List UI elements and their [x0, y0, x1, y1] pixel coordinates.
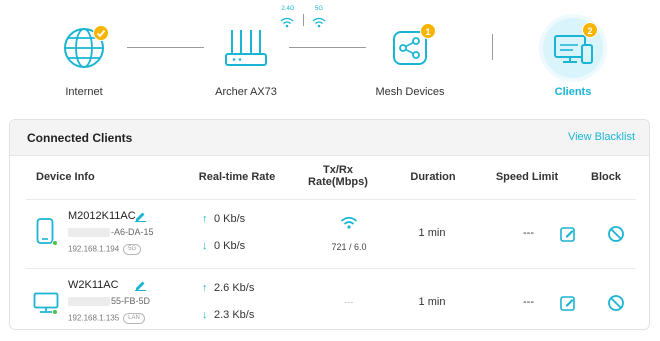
wifi-signal-icon	[340, 216, 358, 229]
column-header-txrx-line1: Tx/Rx	[323, 164, 353, 176]
online-status-dot	[52, 240, 58, 246]
panel-header: Connected Clients View Blacklist	[10, 120, 649, 156]
topology-label-clients: Clients	[554, 86, 592, 98]
network-topology: Internet Archer AX73 2.4G 5G 1 Mesh Devi…	[0, 0, 660, 112]
upload-rate: ↑ 2.6 Kb/s	[202, 282, 255, 294]
panel-title: Connected Clients	[27, 131, 133, 145]
client-ip: 192.168.1.135 LAN	[68, 313, 145, 324]
download-arrow-icon: ↓	[202, 309, 208, 321]
column-header-duration: Duration	[410, 171, 456, 183]
download-rate: ↓ 2.3 Kb/s	[202, 309, 255, 321]
client-mac: -A6-DA-15	[68, 227, 154, 238]
txrx-rate: ---	[344, 297, 354, 307]
band-tag: 5G	[123, 244, 142, 255]
band-label-5g: 5G	[314, 6, 323, 12]
speed-limit-value: ---	[523, 296, 534, 308]
band-separator	[303, 14, 304, 26]
upload-rate: ↑ 0 Kb/s	[202, 213, 246, 225]
topology-node-mesh[interactable]: 1 Mesh Devices	[350, 16, 470, 98]
topology-label-router: Archer AX73	[215, 86, 277, 98]
internet-connected-check-icon	[93, 25, 109, 41]
client-mac: 55-FB-5D	[68, 296, 150, 307]
client-row: W2K11AC 55-FB-5D 192.168.1.135 LAN ↑ 2.6 K…	[26, 269, 636, 329]
phone-icon	[36, 218, 54, 244]
mesh-count-badge: 1	[420, 23, 436, 39]
mac-redacted	[68, 228, 110, 238]
block-client-button[interactable]	[606, 293, 626, 313]
online-status-dot	[52, 309, 58, 315]
connection-duration: 1 min	[418, 296, 446, 308]
speed-limit-value: ---	[523, 227, 534, 239]
client-row: M2012K11AC -A6-DA-15 192.168.1.194 5G ↑ 0 …	[26, 200, 636, 266]
topology-separator	[492, 34, 493, 60]
topology-label-mesh: Mesh Devices	[375, 86, 445, 98]
column-header-txrx-line2: Rate(Mbps)	[308, 176, 368, 188]
upload-arrow-icon: ↑	[202, 282, 208, 294]
topology-node-internet[interactable]: Internet	[24, 16, 144, 98]
edit-speed-limit-button[interactable]	[558, 293, 578, 313]
band-tag: LAN	[123, 313, 145, 324]
column-header-realtime-rate: Real-time Rate	[198, 171, 276, 183]
block-client-button[interactable]	[606, 224, 626, 244]
edit-speed-limit-button[interactable]	[558, 224, 578, 244]
topology-node-clients[interactable]: 2 Clients	[513, 16, 633, 98]
topology-label-internet: Internet	[65, 86, 103, 98]
client-ip: 192.168.1.194 5G	[68, 244, 142, 255]
edit-name-icon[interactable]	[134, 210, 147, 222]
edit-name-icon[interactable]	[134, 279, 147, 291]
column-header-speed-limit: Speed Limit	[495, 171, 559, 183]
band-label-24g: 2.4G	[281, 6, 295, 12]
view-blacklist-link[interactable]: View Blacklist	[568, 131, 635, 143]
wifi-5g-icon	[312, 17, 326, 28]
clients-count-badge: 2	[582, 22, 598, 38]
connected-clients-panel: Connected Clients View Blacklist Device …	[9, 119, 650, 330]
download-rate: ↓ 0 Kb/s	[202, 240, 246, 252]
client-name: W2K11AC	[68, 279, 119, 291]
wifi-24g-icon	[280, 17, 294, 28]
upload-arrow-icon: ↑	[202, 213, 208, 225]
column-header-block: Block	[591, 171, 621, 183]
download-arrow-icon: ↓	[202, 240, 208, 252]
column-header-device-info: Device Info	[36, 171, 95, 183]
client-name: M2012K11AC	[68, 210, 136, 222]
mac-redacted	[68, 297, 110, 307]
txrx-rate: 721 / 6.0	[331, 242, 367, 252]
router-icon	[225, 30, 267, 66]
column-header-txrx: Tx/Rx Rate(Mbps)	[298, 164, 378, 188]
connection-duration: 1 min	[418, 227, 446, 239]
